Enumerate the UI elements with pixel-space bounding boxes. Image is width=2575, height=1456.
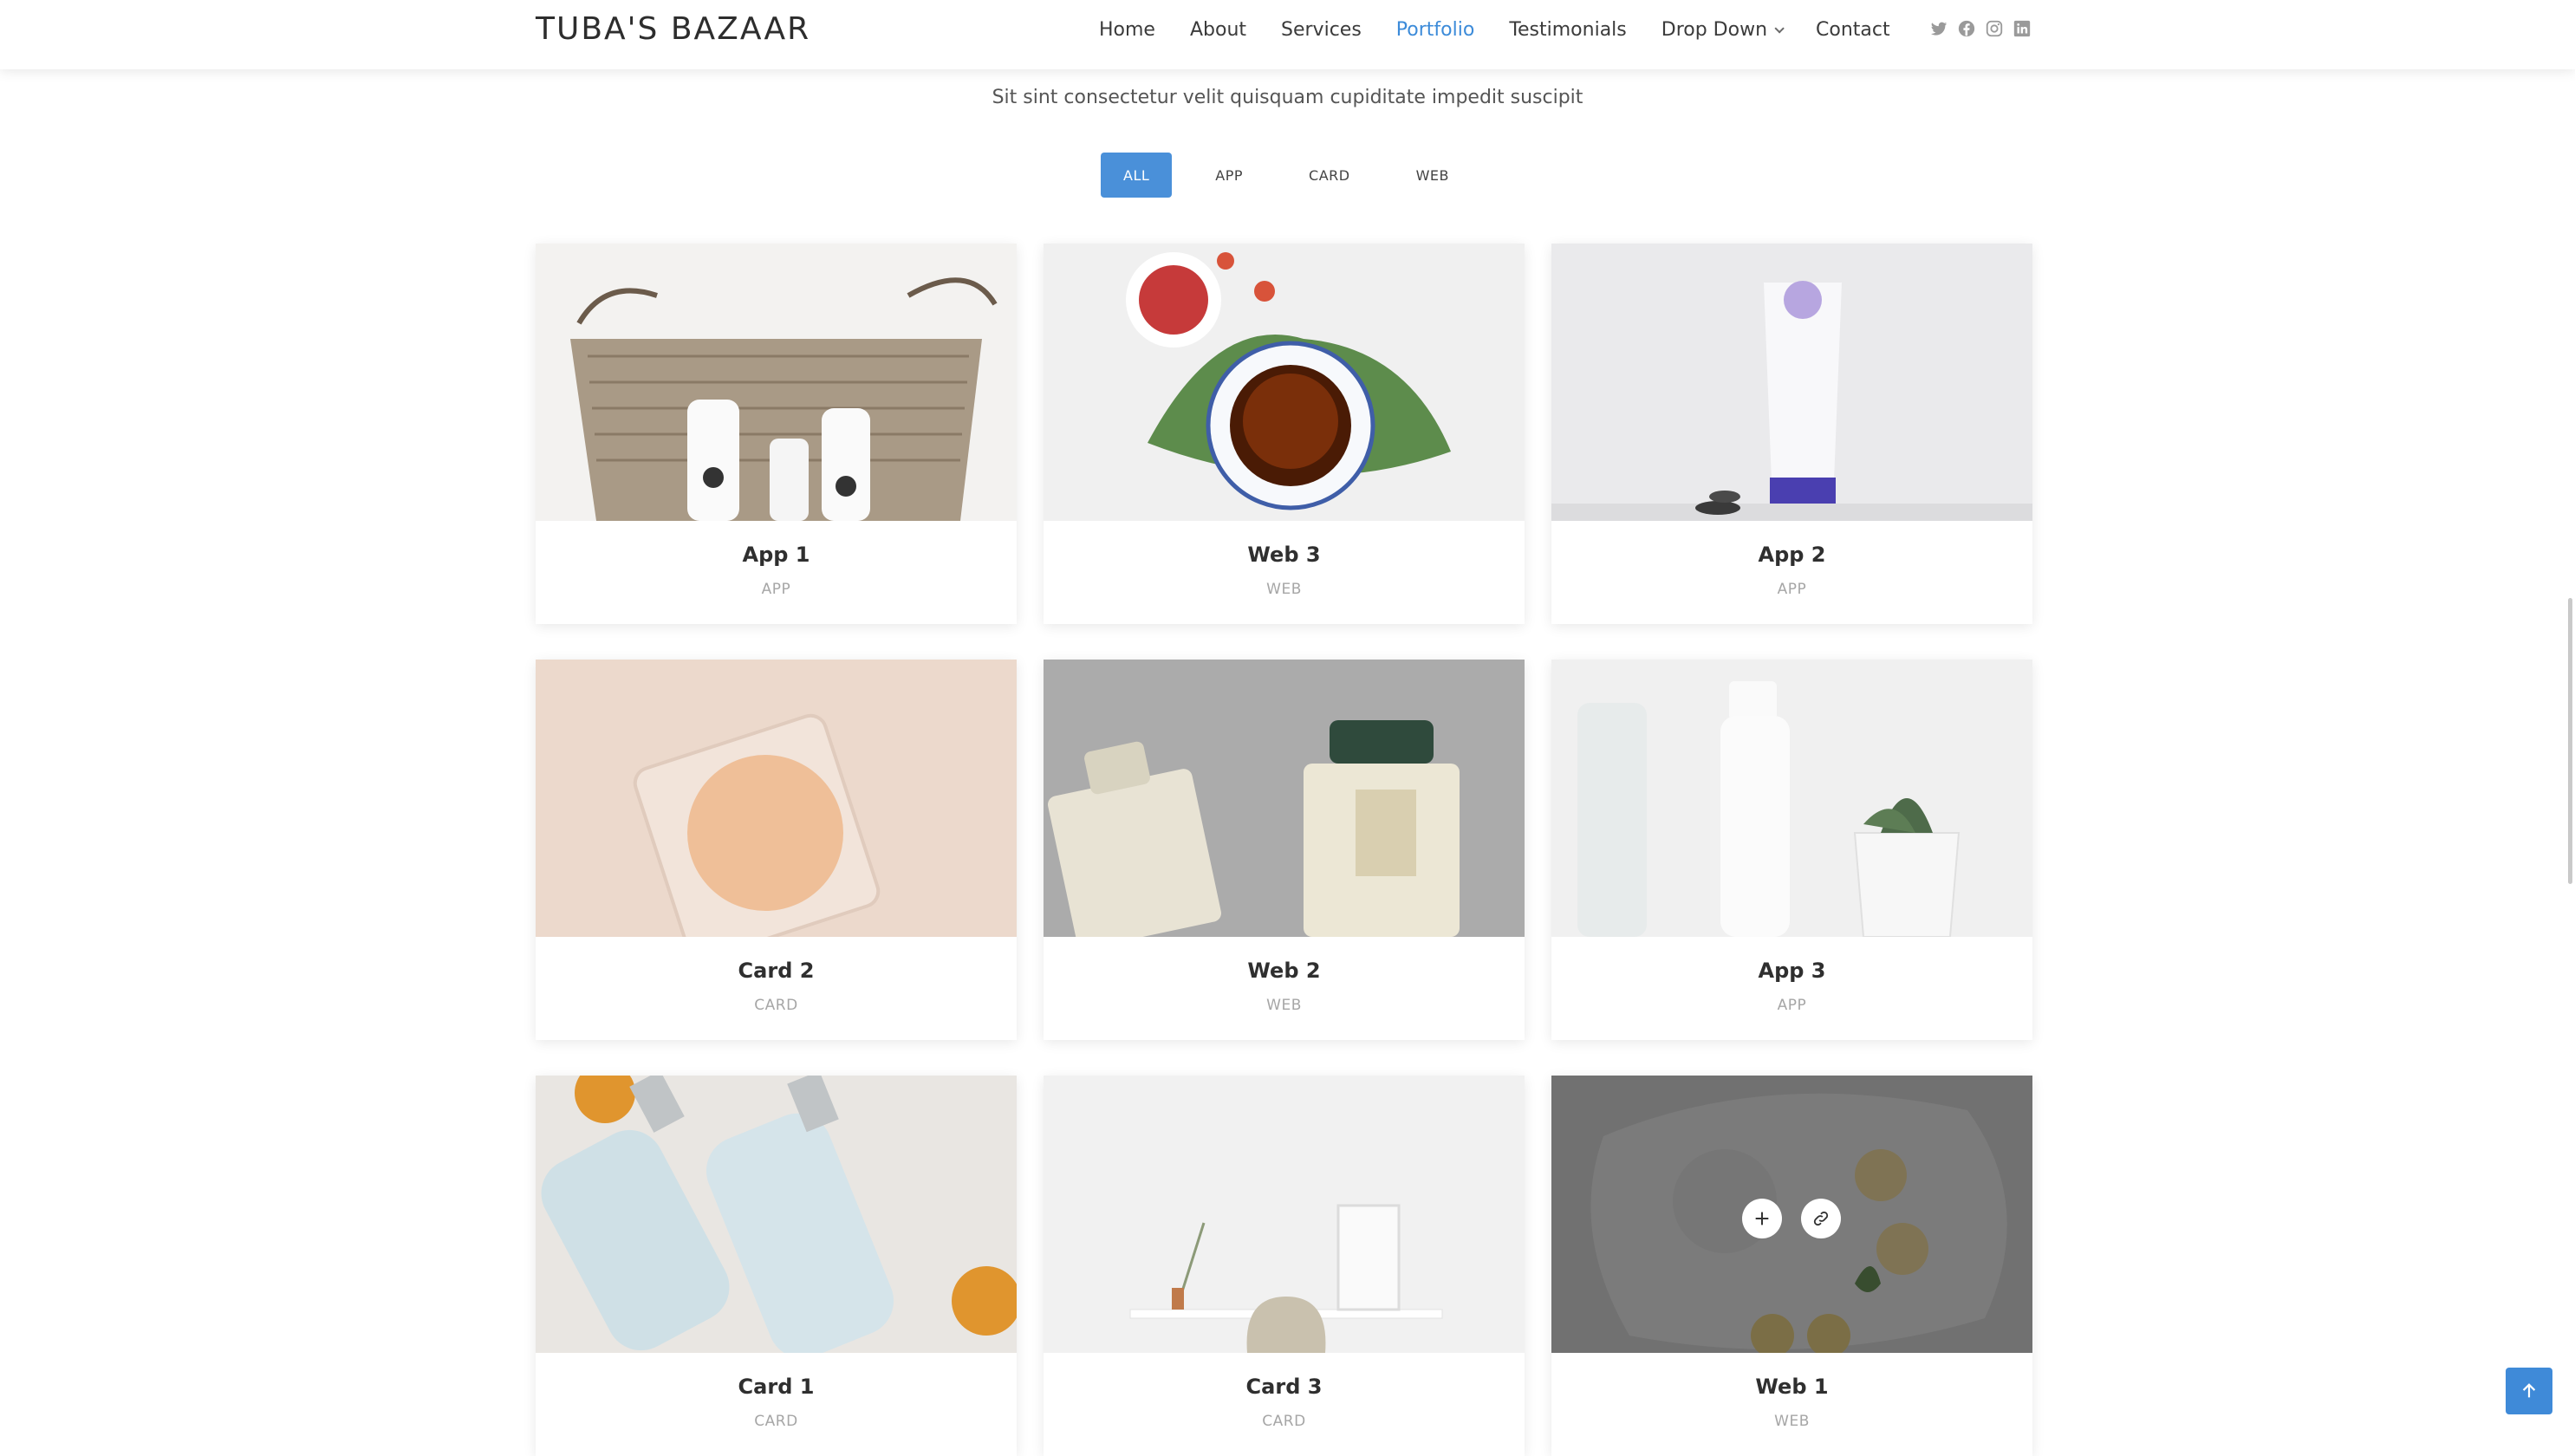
nav-dropdown[interactable]: Drop Down (1661, 17, 1785, 43)
nav-label: Home (1099, 19, 1155, 41)
portfolio-image[interactable] (536, 244, 1017, 521)
nav-label: Services (1281, 19, 1362, 41)
main-nav: Home About Services Portfolio Testimonia… (1099, 17, 1925, 43)
chevron-down-icon (1774, 23, 1785, 34)
scrollbar-thumb[interactable] (2568, 598, 2572, 884)
details-link-button[interactable] (1801, 1199, 1841, 1238)
site-logo[interactable]: TUBA'S BAZAAR (536, 10, 810, 49)
portfolio-category: APP (1777, 581, 1807, 598)
arrow-up-icon (2522, 1383, 2536, 1398)
nav-about[interactable]: About (1190, 17, 1246, 43)
portfolio-category: CARD (1262, 1413, 1306, 1430)
portfolio-title: Card 1 (738, 1375, 815, 1399)
nav-testimonials[interactable]: Testimonials (1509, 17, 1626, 43)
linkedin-icon[interactable] (2013, 19, 2032, 38)
social-links (1929, 19, 2032, 38)
facebook-icon[interactable] (1957, 19, 1976, 38)
portfolio-category: APP (1777, 997, 1807, 1014)
nav-label: Drop Down (1661, 19, 1768, 41)
nav-label: Testimonials (1509, 19, 1627, 41)
hover-overlay (1551, 1076, 2032, 1353)
nav-label: About (1189, 19, 1247, 41)
filter-web[interactable]: WEB (1394, 153, 1472, 198)
portfolio-image[interactable] (1044, 1076, 1525, 1353)
portfolio-title: Web 2 (1247, 959, 1321, 983)
portfolio-item[interactable]: Web 3 WEB (1044, 244, 1525, 624)
portfolio-item[interactable]: Card 1 CARD (536, 1076, 1017, 1456)
portfolio-item[interactable]: App 2 APP (1551, 244, 2032, 624)
portfolio-title: Card 3 (1245, 1375, 1323, 1399)
nav-services[interactable]: Services (1281, 17, 1362, 43)
portfolio-image[interactable] (1044, 660, 1525, 937)
portfolio-title: Web 1 (1755, 1375, 1829, 1399)
portfolio-image[interactable] (1551, 244, 2032, 521)
portfolio-title: Web 3 (1247, 543, 1321, 567)
filter-app[interactable]: APP (1193, 153, 1265, 198)
portfolio-category: CARD (754, 997, 798, 1014)
portfolio-category: APP (761, 581, 791, 598)
portfolio-category: WEB (1774, 1413, 1810, 1430)
portfolio-image[interactable] (536, 660, 1017, 937)
site-header: TUBA'S BAZAAR Home About Services Portfo… (0, 0, 2575, 69)
filter-card[interactable]: CARD (1286, 153, 1373, 198)
section-subtitle: Sit sint consectetur velit quisquam cupi… (992, 87, 1583, 108)
portfolio-grid: App 1 APP Web 3 WEB App 2 APP Card 2 CAR… (536, 244, 2033, 1456)
plus-icon (1755, 1212, 1769, 1225)
portfolio-filters: ALL APP CARD WEB (1101, 153, 1492, 198)
back-to-top-button[interactable] (2506, 1368, 2552, 1414)
portfolio-category: WEB (1266, 581, 1302, 598)
portfolio-image[interactable] (1551, 660, 2032, 937)
portfolio-category: WEB (1266, 997, 1302, 1014)
nav-contact[interactable]: Contact (1816, 17, 1890, 43)
nav-home[interactable]: Home (1099, 17, 1155, 43)
portfolio-item[interactable]: Web 1 WEB (1551, 1076, 2032, 1456)
portfolio-title: App 3 (1758, 959, 1826, 983)
portfolio-title: App 2 (1758, 543, 1826, 567)
nav-portfolio[interactable]: Portfolio (1396, 17, 1475, 43)
nav-label: Contact (1816, 19, 1890, 41)
portfolio-image[interactable] (536, 1076, 1017, 1353)
portfolio-item[interactable]: Card 2 CARD (536, 660, 1017, 1040)
portfolio-title: Card 2 (738, 959, 815, 983)
preview-button[interactable] (1742, 1199, 1782, 1238)
portfolio-item[interactable]: Web 2 WEB (1044, 660, 1525, 1040)
portfolio-category: CARD (754, 1413, 798, 1430)
portfolio-item[interactable]: Card 3 CARD (1044, 1076, 1525, 1456)
link-icon (1813, 1211, 1829, 1226)
portfolio-item[interactable]: App 1 APP (536, 244, 1017, 624)
instagram-icon[interactable] (1985, 19, 2004, 38)
twitter-icon[interactable] (1929, 19, 1948, 38)
portfolio-title: App 1 (742, 543, 810, 567)
portfolio-image[interactable] (1551, 1076, 2032, 1353)
nav-label: Portfolio (1395, 19, 1475, 41)
portfolio-item[interactable]: App 3 APP (1551, 660, 2032, 1040)
filter-all[interactable]: ALL (1101, 153, 1173, 198)
portfolio-image[interactable] (1044, 244, 1525, 521)
